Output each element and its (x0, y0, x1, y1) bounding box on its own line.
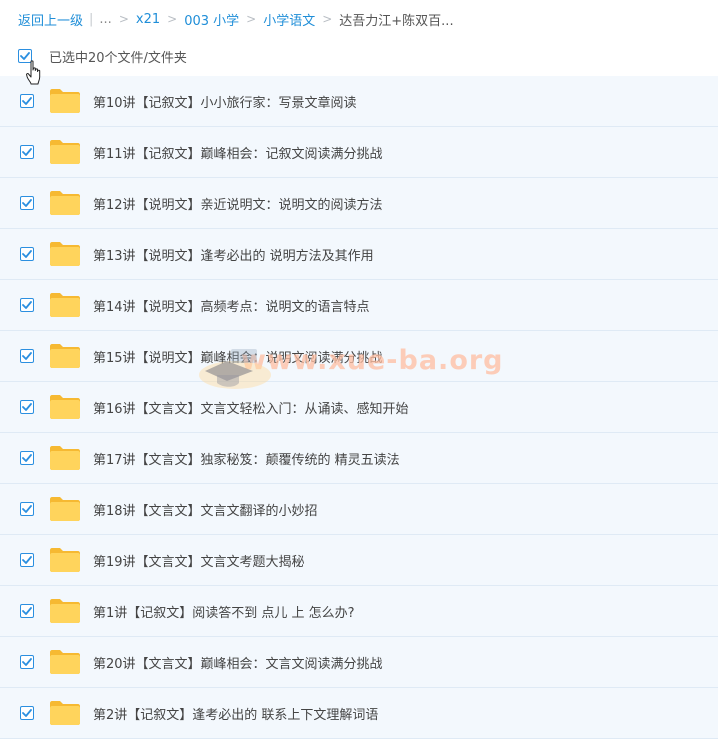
breadcrumb-separator: > (118, 12, 129, 26)
check-icon (22, 250, 32, 258)
folder-icon (50, 293, 80, 317)
file-row[interactable]: 第15讲【说明文】巅峰相会：说明文阅读满分挑战 (0, 331, 718, 382)
file-checkbox[interactable] (20, 400, 34, 414)
folder-icon (50, 650, 80, 674)
folder-icon (50, 497, 80, 521)
file-row[interactable]: 第2讲【记叙文】逢考必出的 联系上下文理解词语 (0, 688, 718, 739)
file-name[interactable]: 第13讲【说明文】逢考必出的 说明方法及其作用 (93, 245, 374, 264)
check-icon (22, 352, 32, 360)
folder-icon (50, 701, 80, 725)
check-icon (22, 403, 32, 411)
check-icon (22, 97, 32, 105)
folder-icon (50, 395, 80, 419)
file-name[interactable]: 第11讲【记叙文】巅峰相会：记叙文阅读满分挑战 (93, 143, 383, 162)
file-checkbox[interactable] (20, 349, 34, 363)
file-row[interactable]: 第17讲【文言文】独家秘笈：颠覆传统的 精灵五读法 (0, 433, 718, 484)
file-row[interactable]: 第16讲【文言文】文言文轻松入门：从诵读、感知开始 (0, 382, 718, 433)
file-checkbox[interactable] (20, 655, 34, 669)
breadcrumb-item[interactable]: 小学语文 (263, 10, 315, 29)
breadcrumb-divider: | (89, 11, 94, 27)
breadcrumb-ellipsis[interactable]: ... (99, 12, 111, 27)
hand-cursor-icon (26, 60, 41, 85)
check-icon (22, 301, 32, 309)
file-name[interactable]: 第10讲【记叙文】小小旅行家：写景文章阅读 (93, 92, 357, 111)
file-checkbox[interactable] (20, 604, 34, 618)
breadcrumb-item[interactable]: x21 (136, 12, 160, 27)
folder-icon (50, 242, 80, 266)
file-row[interactable]: 第14讲【说明文】高频考点：说明文的语言特点 (0, 280, 718, 331)
file-list: 第10讲【记叙文】小小旅行家：写景文章阅读第11讲【记叙文】巅峰相会：记叙文阅读… (0, 76, 718, 739)
file-name[interactable]: 第15讲【说明文】巅峰相会：说明文阅读满分挑战 (93, 347, 383, 366)
file-checkbox[interactable] (20, 145, 34, 159)
file-row[interactable]: 第11讲【记叙文】巅峰相会：记叙文阅读满分挑战 (0, 127, 718, 178)
check-icon (22, 658, 32, 666)
file-checkbox[interactable] (20, 553, 34, 567)
file-name[interactable]: 第12讲【说明文】亲近说明文：说明文的阅读方法 (93, 194, 383, 213)
file-row[interactable]: 第13讲【说明文】逢考必出的 说明方法及其作用 (0, 229, 718, 280)
breadcrumb-item[interactable]: 003 小学 (184, 10, 239, 29)
file-checkbox[interactable] (20, 451, 34, 465)
breadcrumb-separator: > (322, 12, 333, 26)
file-name[interactable]: 第19讲【文言文】文言文考题大揭秘 (93, 551, 305, 570)
folder-icon (50, 446, 80, 470)
file-checkbox[interactable] (20, 94, 34, 108)
select-all-bar: 已选中20个文件/文件夹 (18, 46, 187, 66)
check-icon (20, 52, 30, 60)
file-checkbox[interactable] (20, 247, 34, 261)
file-name[interactable]: 第20讲【文言文】巅峰相会：文言文阅读满分挑战 (93, 653, 383, 672)
folder-icon (50, 89, 80, 113)
breadcrumb: 返回上一级 | ... > x21 > 003 小学 > 小学语文 > 达吾力江… (18, 8, 454, 30)
file-checkbox[interactable] (20, 706, 34, 720)
file-name[interactable]: 第16讲【文言文】文言文轻松入门：从诵读、感知开始 (93, 398, 409, 417)
breadcrumb-separator: > (167, 12, 178, 26)
file-checkbox[interactable] (20, 298, 34, 312)
folder-icon (50, 599, 80, 623)
file-checkbox[interactable] (20, 502, 34, 516)
file-row[interactable]: 第10讲【记叙文】小小旅行家：写景文章阅读 (0, 76, 718, 127)
file-row[interactable]: 第20讲【文言文】巅峰相会：文言文阅读满分挑战 (0, 637, 718, 688)
check-icon (22, 709, 32, 717)
check-icon (22, 199, 32, 207)
file-checkbox[interactable] (20, 196, 34, 210)
file-browser: 返回上一级 | ... > x21 > 003 小学 > 小学语文 > 达吾力江… (0, 0, 718, 751)
check-icon (22, 556, 32, 564)
file-row[interactable]: 第1讲【记叙文】阅读答不到 点儿 上 怎么办? (0, 586, 718, 637)
breadcrumb-current: 达吾力江+陈双百... (339, 13, 454, 29)
check-icon (22, 607, 32, 615)
breadcrumb-separator: > (246, 12, 257, 26)
back-link[interactable]: 返回上一级 (18, 10, 83, 29)
check-icon (22, 148, 32, 156)
check-icon (22, 454, 32, 462)
file-name[interactable]: 第1讲【记叙文】阅读答不到 点儿 上 怎么办? (93, 602, 355, 621)
file-name[interactable]: 第2讲【记叙文】逢考必出的 联系上下文理解词语 (93, 704, 378, 723)
selection-count-label: 已选中20个文件/文件夹 (49, 50, 187, 66)
file-row[interactable]: 第19讲【文言文】文言文考题大揭秘 (0, 535, 718, 586)
folder-icon (50, 191, 80, 215)
check-icon (22, 505, 32, 513)
file-row[interactable]: 第12讲【说明文】亲近说明文：说明文的阅读方法 (0, 178, 718, 229)
folder-icon (50, 344, 80, 368)
file-name[interactable]: 第14讲【说明文】高频考点：说明文的语言特点 (93, 296, 370, 315)
folder-icon (50, 140, 80, 164)
file-row[interactable]: 第18讲【文言文】文言文翻译的小妙招 (0, 484, 718, 535)
folder-icon (50, 548, 80, 572)
file-name[interactable]: 第18讲【文言文】文言文翻译的小妙招 (93, 500, 318, 519)
file-name[interactable]: 第17讲【文言文】独家秘笈：颠覆传统的 精灵五读法 (93, 449, 400, 468)
